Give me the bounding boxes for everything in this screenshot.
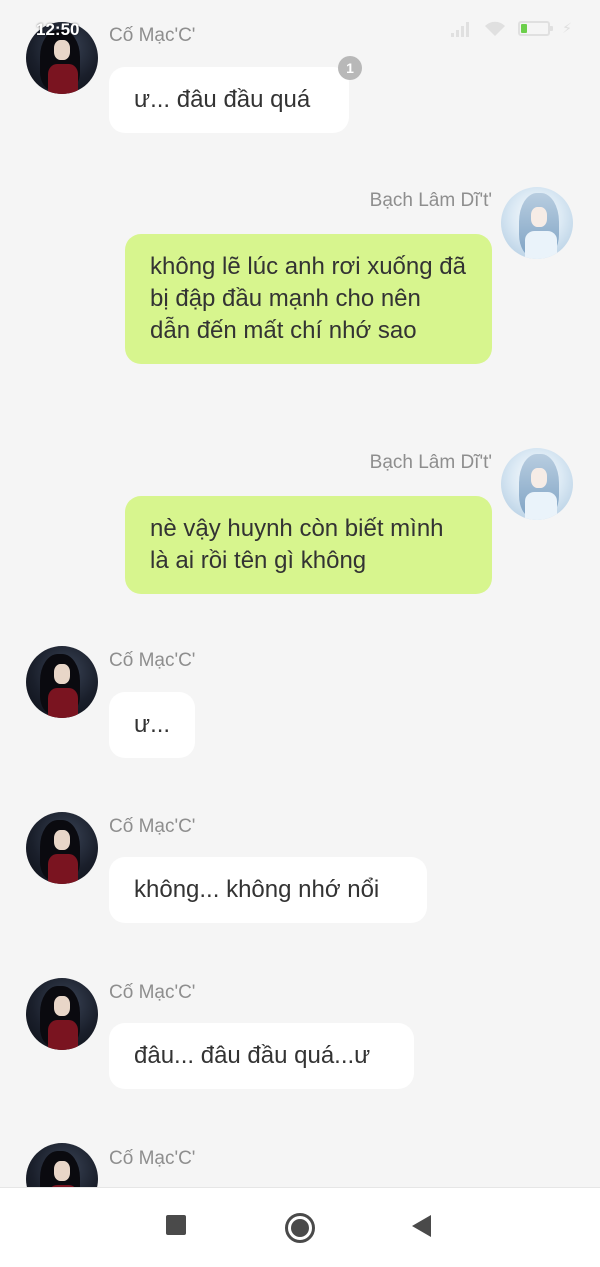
message-bubble[interactable]: không... không nhớ nổi [109, 857, 427, 923]
charging-bolt-icon: ⚡ [562, 20, 572, 36]
message-bubble[interactable]: ư... đâu đầu quá [109, 67, 349, 133]
navigation-bar [0, 1187, 600, 1267]
status-icons: ⚡ [450, 20, 572, 37]
sender-name: Cố Mạc'C' [109, 982, 196, 1003]
cell-signal-icon [451, 21, 470, 37]
sender-avatar[interactable] [501, 187, 573, 259]
sender-name: Cố Mạc'C' [109, 816, 196, 837]
unread-badge: 1 [338, 56, 362, 80]
sender-avatar[interactable] [501, 448, 573, 520]
square-recents-icon[interactable] [166, 1215, 186, 1235]
sender-name: Bạch Lâm Dĩ't' [369, 190, 492, 211]
sender-avatar[interactable] [26, 646, 98, 718]
circle-home-icon[interactable] [285, 1213, 315, 1243]
sender-avatar[interactable] [26, 812, 98, 884]
triangle-back-icon[interactable] [412, 1215, 431, 1237]
sender-name: Cố Mạc'C' [109, 1148, 196, 1169]
message-bubble[interactable]: không lẽ lúc anh rơi xuống đã bị đập đầu… [125, 234, 492, 364]
message-bubble[interactable]: ư... [109, 692, 195, 758]
battery-icon [518, 21, 554, 36]
wifi-icon [485, 21, 506, 36]
message-bubble[interactable]: nè vậy huynh còn biết mình là ai rồi tên… [125, 496, 492, 594]
sender-name: Cố Mạc'C' [109, 650, 196, 671]
message-bubble[interactable]: đâu... đâu đầu quá...ư [109, 1023, 414, 1089]
sender-avatar[interactable] [26, 978, 98, 1050]
sender-name: Bạch Lâm Dĩ't' [369, 452, 492, 473]
sender-name: Cố Mạc'C' [109, 25, 196, 46]
status-time: 12:50 [36, 20, 80, 39]
